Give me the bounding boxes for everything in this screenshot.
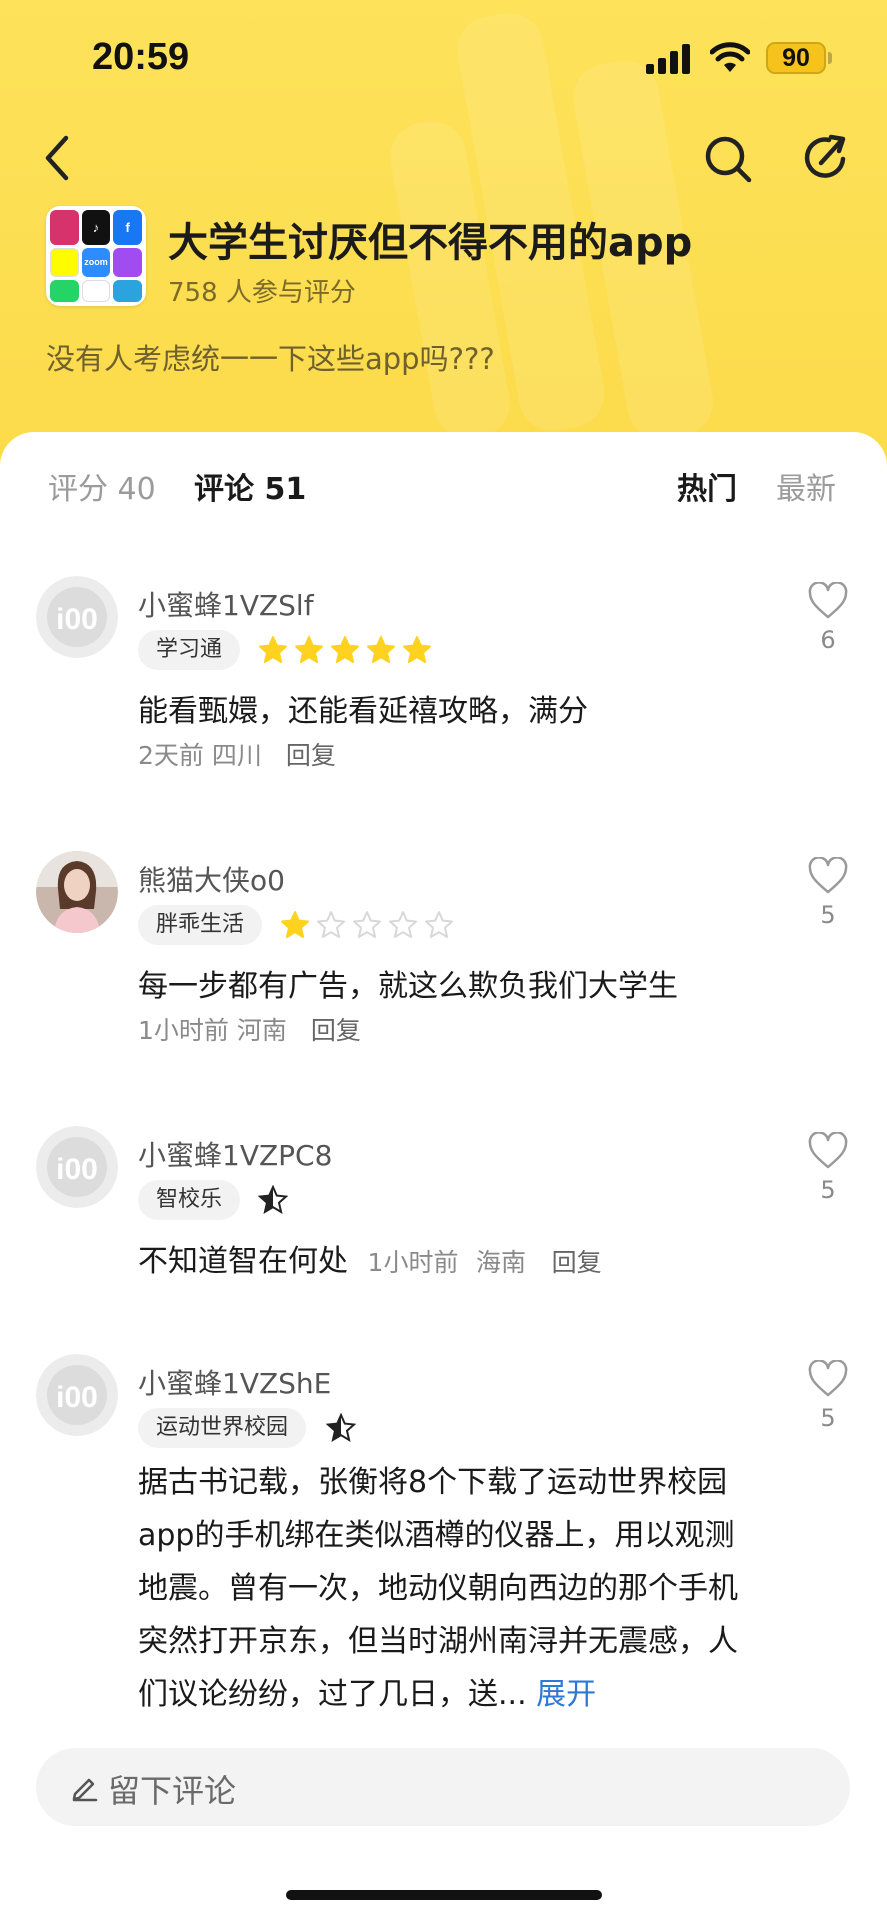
comment-meta: 1小时前 河南 回复: [138, 1011, 361, 1047]
share-icon[interactable]: [801, 133, 851, 183]
cellular-signal-icon: [646, 44, 690, 74]
rated-app-tag[interactable]: 运动世界校园: [138, 1408, 307, 1448]
star-empty-icon: [425, 911, 453, 938]
telegram-icon: [113, 280, 142, 302]
bee-avatar-icon: i00: [36, 1126, 118, 1208]
rated-app-tag[interactable]: 胖乖生活: [138, 905, 263, 945]
star-filled-icon: [403, 636, 431, 663]
star-empty-icon: [353, 911, 381, 938]
star-rating: [280, 910, 454, 940]
bee-avatar-icon: i00: [36, 576, 118, 658]
avatar[interactable]: i00: [36, 1354, 118, 1436]
bee-avatar-icon: i00: [36, 1354, 118, 1436]
rated-app-tag[interactable]: 智校乐: [138, 1180, 241, 1220]
svg-text:i00: i00: [56, 603, 98, 636]
expand-link[interactable]: 展开: [536, 1677, 596, 1712]
like-count: 5: [820, 1176, 836, 1204]
avatar[interactable]: i00: [36, 576, 118, 658]
topic-app-collage: ♪ f zoom: [46, 206, 146, 306]
whatsapp-icon: [50, 280, 79, 302]
messenger-icon: [113, 247, 142, 278]
status-bar: 20:59 90: [0, 0, 887, 110]
comment-text: 不知道智在何处 1小时前 海南 回复: [138, 1236, 602, 1280]
topic-description: 没有人考虑统一一下这些app吗???: [46, 342, 495, 376]
star-filled-icon: [281, 911, 309, 938]
snapchat-icon: [50, 247, 79, 278]
svg-text:i00: i00: [56, 1381, 98, 1414]
comment-username[interactable]: 小蜜蜂1VZPC8: [138, 1134, 332, 1174]
pen-icon: [72, 1778, 98, 1802]
star-empty-icon: [317, 911, 345, 938]
comment-meta: 2天前 四川 回复: [138, 736, 336, 772]
comment-username[interactable]: 小蜜蜂1VZSlf: [138, 584, 314, 624]
sort-hot[interactable]: 热门: [677, 464, 737, 508]
reply-button[interactable]: 回复: [286, 741, 336, 770]
avatar[interactable]: [36, 851, 118, 933]
half-star-icon: [326, 1413, 356, 1443]
comment-username[interactable]: 小蜜蜂1VZShE: [138, 1362, 331, 1402]
comment-time: 1小时前: [138, 1016, 229, 1045]
status-time: 20:59: [92, 36, 190, 78]
star-empty-icon: [389, 911, 417, 938]
svg-text:i00: i00: [56, 1153, 98, 1186]
rated-app-tag[interactable]: 学习通: [138, 630, 241, 670]
comment-location: 海南: [476, 1248, 527, 1277]
avatar[interactable]: i00: [36, 1126, 118, 1208]
zoom-icon: zoom: [81, 247, 111, 278]
battery-indicator: 90: [766, 42, 826, 74]
comment-text: 能看甄嬛，还能看延禧攻略，满分: [138, 694, 588, 729]
star-filled-icon: [295, 636, 323, 663]
search-icon[interactable]: [703, 134, 753, 184]
comment-text: 每一步都有广告，就这么欺负我们大学生: [138, 969, 678, 1004]
instagram-icon: [50, 210, 79, 245]
topic-title: 大学生讨厌但不得不用的app: [168, 220, 693, 266]
wifi-icon: [710, 42, 750, 72]
facebook-icon: f: [113, 210, 142, 245]
like-count: 5: [820, 1404, 836, 1432]
comment-text: 据古书记载，张衡将8个下载了运动世界校园app的手机绑在类似酒樽的仪器上，用以观…: [138, 1456, 758, 1721]
heart-icon[interactable]: [808, 1360, 848, 1398]
star-filled-icon: [367, 636, 395, 663]
star-rating: [258, 1185, 288, 1215]
capcut-icon: [81, 280, 111, 302]
comment-location: 河南: [236, 1016, 287, 1045]
heart-icon[interactable]: [808, 1132, 848, 1170]
comment-input-placeholder: 留下评论: [108, 1772, 237, 1810]
reply-button[interactable]: 回复: [552, 1248, 602, 1277]
back-icon[interactable]: [38, 130, 78, 186]
reply-button[interactable]: 回复: [311, 1016, 361, 1045]
battery-tip: [828, 52, 832, 64]
battery-level: 90: [782, 43, 810, 72]
star-filled-icon: [331, 636, 359, 663]
heart-icon[interactable]: [808, 857, 848, 895]
star-filled-icon: [259, 636, 287, 663]
star-rating: [258, 635, 432, 665]
user-photo-avatar: [36, 851, 118, 933]
half-star-icon: [258, 1185, 288, 1215]
tab-rating[interactable]: 评分 40: [48, 464, 156, 508]
comment-username[interactable]: 熊猫大侠o0: [138, 859, 285, 899]
tiktok-icon: ♪: [81, 210, 111, 245]
comment-location: 四川: [211, 741, 262, 770]
tab-comments[interactable]: 评论 51: [194, 464, 306, 508]
comment-body: 不知道智在何处: [138, 1244, 348, 1279]
sort-new[interactable]: 最新: [776, 464, 836, 508]
participant-count: 758 人参与评分: [168, 278, 356, 308]
star-rating: [326, 1413, 356, 1443]
comment-time: 1小时前: [367, 1248, 459, 1277]
home-indicator[interactable]: [286, 1890, 602, 1900]
comment-time: 2天前: [138, 741, 204, 770]
comment-body: 据古书记载，张衡将8个下载了运动世界校园app的手机绑在类似酒樽的仪器上，用以观…: [138, 1465, 738, 1712]
like-count: 5: [820, 901, 836, 929]
comment-input[interactable]: 留下评论: [36, 1748, 850, 1826]
heart-icon[interactable]: [808, 582, 848, 620]
like-count: 6: [820, 626, 836, 654]
